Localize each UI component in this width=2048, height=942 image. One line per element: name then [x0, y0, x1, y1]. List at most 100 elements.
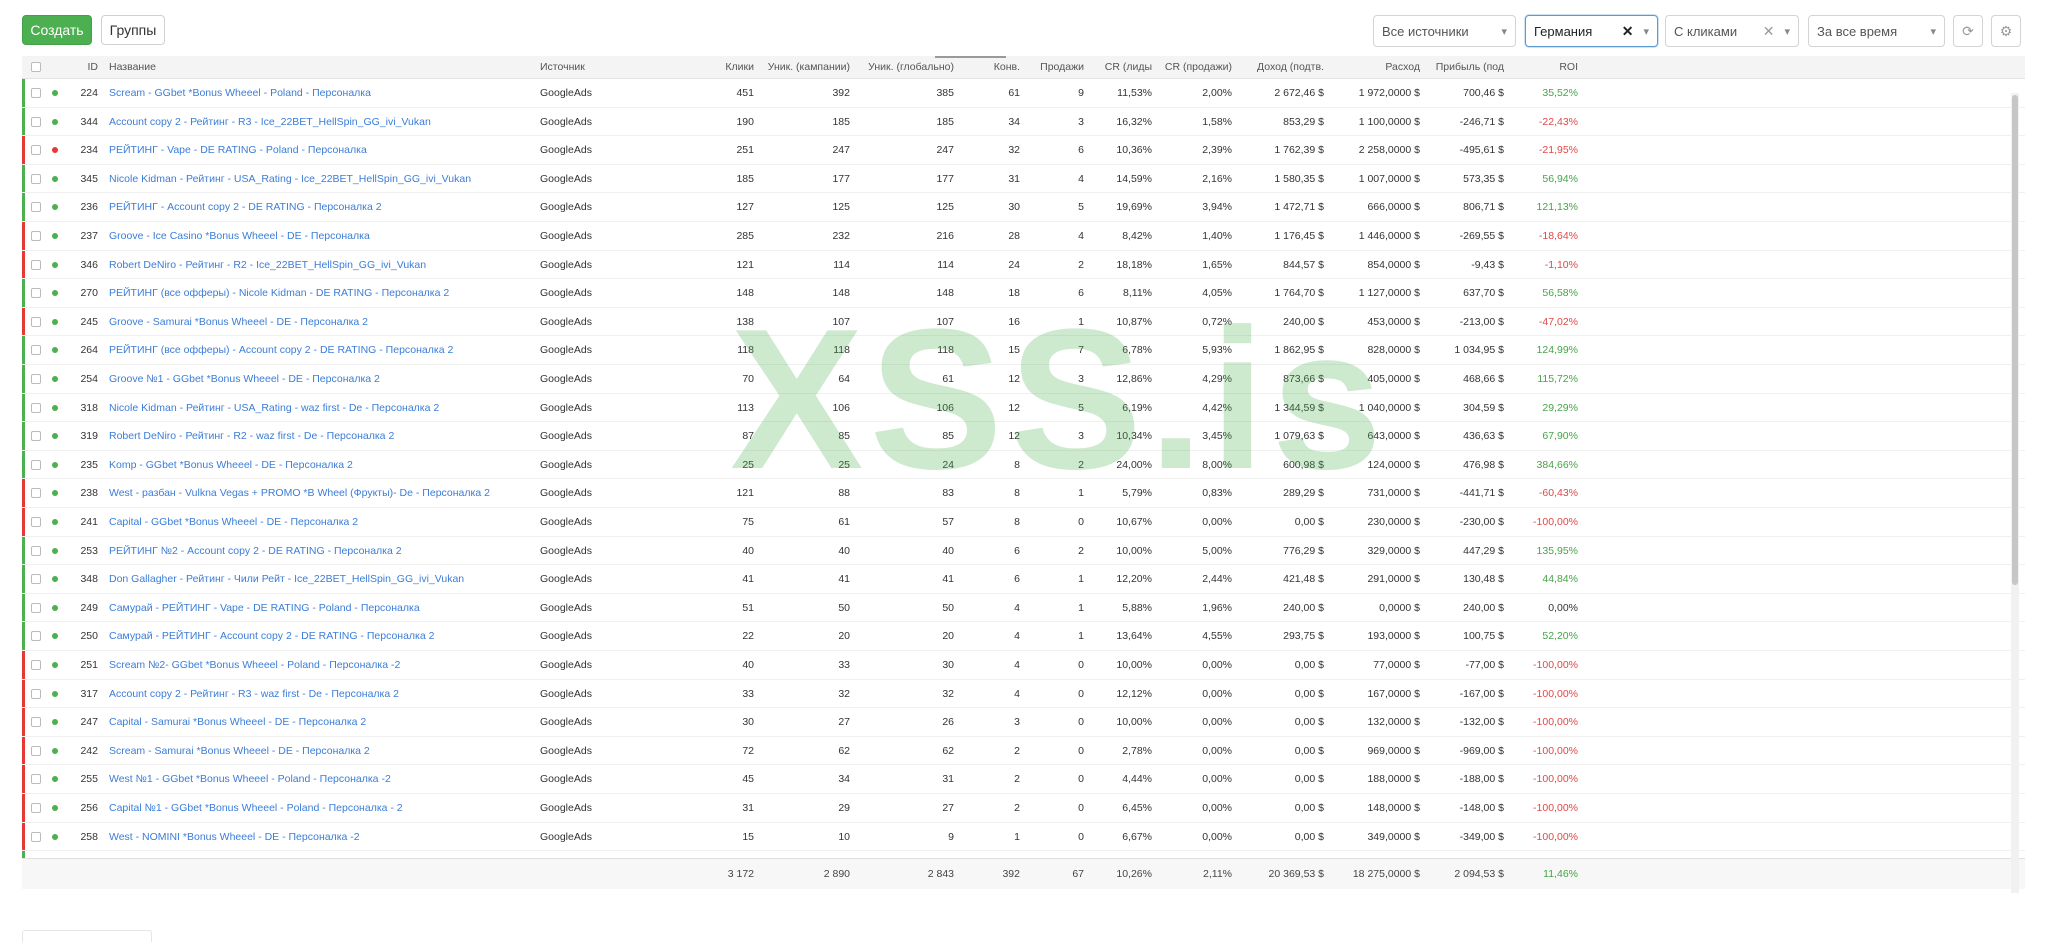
table-row[interactable]: 264 РЕЙТИНГ (все офферы) - Account copy 2…	[22, 336, 2025, 365]
status-dot-icon[interactable]	[52, 490, 58, 497]
row-checkbox[interactable]	[31, 145, 41, 156]
row-name-link[interactable]: Самурай - РЕЙТИНГ - Account copy 2 - DE …	[109, 630, 549, 642]
row-checkbox[interactable]	[31, 231, 41, 241]
status-dot-icon[interactable]	[52, 290, 58, 297]
table-row[interactable]: 256 Capital №1 - GGbet *Bonus Wheeel - Po…	[22, 794, 2025, 823]
row-checkbox[interactable]	[31, 316, 41, 327]
scrollbar-thumb[interactable]	[2012, 95, 2018, 585]
header-clicks[interactable]: Клики	[662, 61, 754, 73]
header-name[interactable]: Название	[109, 61, 549, 73]
table-row[interactable]: 235 Komp - GGbet *Bonus Wheeel - DE - Пер…	[22, 450, 2025, 480]
row-name-link[interactable]: Account copy 2 - Рейтинг - R3 - Ice_22BE…	[109, 116, 549, 128]
settings-button[interactable]: ⚙	[1991, 15, 2021, 47]
select-all-checkbox[interactable]	[31, 62, 41, 72]
table-row[interactable]: 258 West - NOMINI *Bonus Wheeel - DE - Пе…	[22, 822, 2025, 852]
header-roi[interactable]: ROI	[1508, 61, 1578, 73]
status-dot-icon[interactable]	[52, 461, 58, 468]
row-name-link[interactable]: Scream №2- GGbet *Bonus Wheeel - Poland …	[109, 659, 549, 671]
time-filter-select[interactable]: За все время ▾	[1808, 15, 1945, 47]
row-name-link[interactable]: West - разбан - Vulkna Vegas + PROMO *B …	[109, 487, 549, 499]
row-checkbox[interactable]	[31, 545, 41, 556]
row-checkbox[interactable]	[31, 602, 41, 613]
header-uniq-campaign[interactable]: Уник. (кампании)	[760, 61, 850, 73]
row-name-link[interactable]: РЕЙТИНГ (все офферы) - Nicole Kidman - D…	[109, 287, 549, 299]
status-dot-icon[interactable]	[52, 833, 58, 840]
row-checkbox[interactable]	[31, 259, 41, 270]
status-dot-icon[interactable]	[52, 376, 58, 382]
status-dot-icon[interactable]	[52, 404, 58, 411]
table-row[interactable]: 344 Account copy 2 - Рейтинг - R3 - Ice_2…	[22, 107, 2025, 137]
table-row[interactable]: 234 РЕЙТИНГ - Vape - DE RATING - Poland -…	[22, 136, 2025, 165]
table-row[interactable]: 224 Scream - GGbet *Bonus Wheeel - Poland…	[22, 79, 2025, 108]
row-checkbox[interactable]	[31, 688, 41, 699]
row-name-link[interactable]: Nicole Kidman - Рейтинг - USA_Rating - I…	[109, 173, 549, 185]
row-checkbox[interactable]	[31, 88, 41, 98]
row-checkbox[interactable]	[31, 803, 41, 813]
row-checkbox[interactable]	[31, 488, 41, 499]
row-name-link[interactable]: West - NOMINI *Bonus Wheeel - DE - Персо…	[109, 831, 549, 843]
table-row[interactable]: 255 West №1 - GGbet *Bonus Wheeel - Polan…	[22, 765, 2025, 794]
row-name-link[interactable]: Groove №1 - GGbet *Bonus Wheeel - DE - П…	[109, 373, 549, 385]
row-checkbox[interactable]	[31, 517, 41, 527]
row-name-link[interactable]: Capital - Samurai *Bonus Wheeel - DE - П…	[109, 716, 549, 728]
row-name-link[interactable]: Groove - Ice Casino *Bonus Wheeel - DE -…	[109, 230, 549, 242]
row-checkbox[interactable]	[31, 173, 41, 184]
table-row[interactable]: 317 Account copy 2 - Рейтинг - R3 - waz f…	[22, 679, 2025, 709]
status-dot-icon[interactable]	[52, 547, 58, 554]
row-name-link[interactable]: Scream - GGbet *Bonus Wheeel - Poland - …	[109, 87, 549, 99]
row-checkbox[interactable]	[31, 345, 41, 356]
header-expense[interactable]: Расход	[1328, 61, 1420, 73]
status-dot-icon[interactable]	[52, 233, 58, 239]
header-id[interactable]: ID	[66, 61, 99, 73]
status-dot-icon[interactable]	[52, 662, 58, 668]
row-checkbox[interactable]	[31, 745, 41, 756]
header-cr-sales[interactable]: CR (продажи)	[1158, 61, 1232, 73]
row-name-link[interactable]: Account copy 2 - Рейтинг - R3 - waz firs…	[109, 688, 549, 700]
row-checkbox[interactable]	[31, 774, 41, 785]
row-checkbox[interactable]	[31, 288, 41, 299]
table-row[interactable]: 249 Самурай - РЕЙТИНГ - Vape - DE RATING …	[22, 593, 2025, 623]
header-sales[interactable]: Продажи	[1026, 61, 1084, 73]
status-dot-icon[interactable]	[52, 519, 58, 525]
status-dot-icon[interactable]	[52, 204, 58, 211]
refresh-button[interactable]: ⟳	[1953, 15, 1983, 47]
vertical-scrollbar[interactable]	[2011, 93, 2019, 893]
row-name-link[interactable]: Nicole Kidman - Рейтинг - USA_Rating - w…	[109, 402, 549, 414]
status-dot-icon[interactable]	[52, 747, 58, 754]
table-row[interactable]: 236 РЕЙТИНГ - Account copy 2 - DE RATING …	[22, 193, 2025, 222]
row-name-link[interactable]: РЕЙТИНГ - Vape - DE RATING - Poland - Пе…	[109, 144, 549, 156]
row-checkbox[interactable]	[31, 402, 41, 413]
status-dot-icon[interactable]	[52, 604, 58, 611]
row-name-link[interactable]: Capital №1 - GGbet *Bonus Wheeel - Polan…	[109, 802, 549, 814]
status-dot-icon[interactable]	[52, 318, 58, 325]
table-row[interactable]: 251 Scream №2- GGbet *Bonus Wheeel - Pola…	[22, 651, 2025, 680]
clear-country-icon[interactable]: ✕	[1622, 23, 1634, 40]
status-dot-icon[interactable]	[52, 261, 58, 268]
status-dot-icon[interactable]	[52, 90, 58, 96]
row-checkbox[interactable]	[31, 717, 41, 728]
header-cr-leads[interactable]: CR (лиды	[1088, 61, 1152, 73]
table-row[interactable]: 345 Nicole Kidman - Рейтинг - USA_Rating …	[22, 164, 2025, 194]
header-uniq-global[interactable]: Уник. (глобально)	[856, 61, 954, 73]
header-source[interactable]: Источник	[540, 61, 660, 73]
table-row[interactable]: 242 Scream - Samurai *Bonus Wheeel - DE -…	[22, 736, 2025, 766]
row-name-link[interactable]: РЕЙТИНГ - Account copy 2 - DE RATING - П…	[109, 201, 549, 213]
row-checkbox[interactable]	[31, 631, 41, 642]
status-dot-icon[interactable]	[52, 690, 58, 697]
table-row[interactable]: 250 Самурай - РЕЙТИНГ - Account copy 2 - …	[22, 622, 2025, 651]
table-row[interactable]: 254 Groove №1 - GGbet *Bonus Wheeel - DE …	[22, 365, 2025, 394]
table-row[interactable]: 318 Nicole Kidman - Рейтинг - USA_Rating …	[22, 393, 2025, 423]
row-checkbox[interactable]	[31, 660, 41, 670]
table-row[interactable]: 247 Capital - Samurai *Bonus Wheeel - DE …	[22, 708, 2025, 737]
row-name-link[interactable]: РЕЙТИНГ №2 - Account copy 2 - DE RATING …	[109, 545, 549, 557]
status-dot-icon[interactable]	[52, 175, 58, 182]
create-button[interactable]: Создать	[22, 15, 92, 45]
groups-button[interactable]: Группы	[101, 15, 165, 45]
table-row[interactable]: 241 Capital - GGbet *Bonus Wheeel - DE - …	[22, 508, 2025, 537]
row-checkbox[interactable]	[31, 374, 41, 384]
table-row[interactable]: 348 Don Gallagher - Рейтинг - Чили Рейт -…	[22, 565, 2025, 594]
table-row[interactable]: 319 Robert DeNiro - Рейтинг - R2 - waz fi…	[22, 422, 2025, 451]
row-name-link[interactable]: Don Gallagher - Рейтинг - Чили Рейт - Ic…	[109, 573, 549, 585]
header-income[interactable]: Доход (подтв.	[1238, 61, 1324, 73]
table-row[interactable]: 237 Groove - Ice Casino *Bonus Wheeel - D…	[22, 222, 2025, 251]
